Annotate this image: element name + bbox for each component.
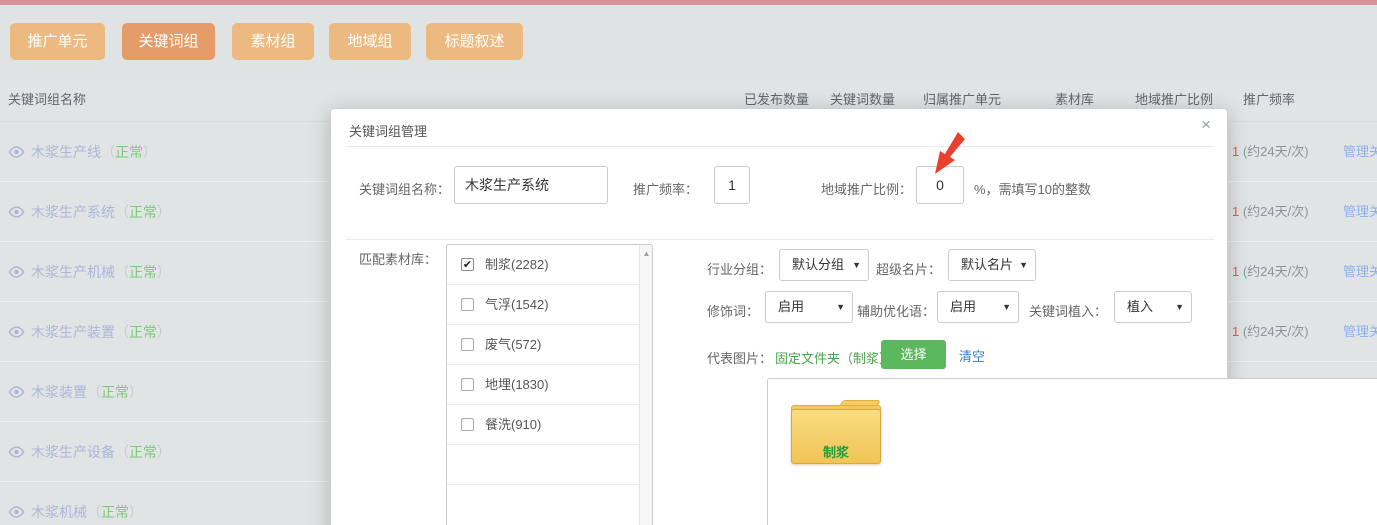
manage-keywords-link[interactable]: 管理关 bbox=[1343, 122, 1377, 182]
frequency-input[interactable] bbox=[714, 166, 750, 204]
caret-down-icon: ▼ bbox=[1002, 292, 1011, 322]
material-library-label: 匹配素材库： bbox=[359, 249, 437, 268]
library-item: 餐洗(910) bbox=[447, 405, 652, 445]
aux-phrase-label: 辅助优化语： bbox=[857, 301, 935, 320]
manage-keywords-link[interactable]: 管理关 bbox=[1343, 302, 1377, 362]
keyword-group-modal: 关键词组管理 × 关键词组名称： 推广频率： 地域推广比例： %，需填写10的整… bbox=[330, 108, 1228, 525]
nav-button-material-group[interactable]: 素材组 bbox=[232, 23, 314, 60]
industry-group-label: 行业分组： bbox=[707, 259, 772, 278]
divider bbox=[346, 239, 1214, 240]
keyword-group-link[interactable]: 木浆生产线 bbox=[31, 144, 101, 160]
aux-phrase-select[interactable]: 启用 ▼ bbox=[937, 291, 1019, 323]
caret-down-icon: ▼ bbox=[852, 250, 861, 280]
folder-icon[interactable]: 制浆 bbox=[791, 400, 881, 464]
col-keyword-group-name: 关键词组名称 bbox=[8, 78, 86, 122]
representative-image-label: 代表图片： bbox=[707, 348, 772, 367]
status-badge: 正常 bbox=[129, 444, 157, 460]
eye-icon[interactable] bbox=[8, 423, 25, 483]
keyword-implant-label: 关键词植入： bbox=[1029, 301, 1107, 320]
industry-group-select[interactable]: 默认分组 ▼ bbox=[779, 249, 869, 281]
divider bbox=[346, 146, 1214, 147]
nav-button-bar: 推广单元 关键词组 素材组 地域组 标题叙述 bbox=[0, 5, 1377, 78]
eye-icon[interactable] bbox=[8, 483, 25, 525]
eye-icon[interactable] bbox=[8, 303, 25, 363]
frequency-cell: 1 (约24天/次) bbox=[1232, 182, 1309, 242]
status-badge: 正常 bbox=[129, 264, 157, 280]
name-field-label: 关键词组名称： bbox=[359, 179, 450, 198]
library-item: ✔ 制浆(2282) bbox=[447, 245, 652, 285]
nav-button-promo-unit[interactable]: 推广单元 bbox=[10, 23, 105, 60]
keyword-group-link[interactable]: 木浆生产设备 bbox=[31, 444, 115, 460]
close-icon[interactable]: × bbox=[1201, 115, 1211, 135]
library-item: 地埋(1830) bbox=[447, 365, 652, 405]
eye-icon[interactable] bbox=[8, 183, 25, 243]
nav-button-keyword-group[interactable]: 关键词组 bbox=[122, 23, 215, 60]
keyword-group-link[interactable]: 木浆生产装置 bbox=[31, 324, 115, 340]
select-image-button[interactable]: 选择 bbox=[881, 340, 946, 369]
manage-keywords-link[interactable]: 管理关 bbox=[1343, 182, 1377, 242]
keyword-group-link[interactable]: 木浆生产机械 bbox=[31, 264, 115, 280]
frequency-field-label: 推广频率： bbox=[633, 179, 698, 198]
frequency-cell: 1 (约24天/次) bbox=[1232, 302, 1309, 362]
checkbox[interactable] bbox=[461, 298, 474, 311]
status-badge: 正常 bbox=[129, 324, 157, 340]
folder-name: 制浆 bbox=[792, 442, 880, 461]
clear-link[interactable]: 清空 bbox=[959, 346, 985, 365]
modifier-select[interactable]: 启用 ▼ bbox=[765, 291, 853, 323]
library-item-empty bbox=[447, 445, 652, 485]
library-item: 气浮(1542) bbox=[447, 285, 652, 325]
super-card-label: 超级名片： bbox=[876, 259, 941, 278]
nav-button-title-narrative[interactable]: 标题叙述 bbox=[426, 23, 523, 60]
nav-button-region-group[interactable]: 地域组 bbox=[329, 23, 411, 60]
checkbox[interactable] bbox=[461, 378, 474, 391]
keyword-group-name-input[interactable] bbox=[454, 166, 608, 204]
region-ratio-hint: %，需填写10的整数 bbox=[974, 179, 1091, 198]
region-ratio-field-label: 地域推广比例： bbox=[821, 179, 912, 198]
keyword-group-link[interactable]: 木浆装置 bbox=[31, 384, 87, 400]
checkbox[interactable] bbox=[461, 338, 474, 351]
caret-down-icon: ▼ bbox=[1175, 292, 1184, 322]
material-library-listbox: ✔ 制浆(2282) 气浮(1542) 废气(572) 地埋(1830) 餐洗(… bbox=[446, 244, 653, 525]
scrollbar[interactable]: ▲ bbox=[639, 245, 652, 525]
caret-down-icon: ▼ bbox=[836, 292, 845, 322]
modifier-label: 修饰词： bbox=[707, 301, 759, 320]
library-item: 废气(572) bbox=[447, 325, 652, 365]
status-badge: 正常 bbox=[101, 384, 129, 400]
status-badge: 正常 bbox=[101, 504, 129, 520]
checkbox-checked[interactable]: ✔ bbox=[461, 258, 474, 271]
keyword-implant-select[interactable]: 植入 ▼ bbox=[1114, 291, 1192, 323]
super-card-select[interactable]: 默认名片 ▼ bbox=[948, 249, 1036, 281]
frequency-cell: 1 (约24天/次) bbox=[1232, 122, 1309, 182]
caret-down-icon: ▼ bbox=[1019, 250, 1028, 280]
eye-icon[interactable] bbox=[8, 123, 25, 183]
modal-title: 关键词组管理 bbox=[349, 121, 427, 140]
folder-panel: 制浆 ▲ bbox=[767, 378, 1377, 525]
col-promo-freq: 推广频率 bbox=[1243, 78, 1295, 122]
keyword-group-link[interactable]: 木浆生产系统 bbox=[31, 204, 115, 220]
scroll-up-icon[interactable]: ▲ bbox=[640, 249, 653, 258]
status-badge: 正常 bbox=[129, 204, 157, 220]
status-badge: 正常 bbox=[115, 144, 143, 160]
keyword-group-link[interactable]: 木浆机械 bbox=[31, 504, 87, 520]
red-arrow-annotation bbox=[931, 132, 965, 179]
manage-keywords-link[interactable]: 管理关 bbox=[1343, 242, 1377, 302]
frequency-cell: 1 (约24天/次) bbox=[1232, 242, 1309, 302]
fixed-folder-text: 固定文件夹（制浆） bbox=[775, 348, 892, 367]
eye-icon[interactable] bbox=[8, 363, 25, 423]
checkbox[interactable] bbox=[461, 418, 474, 431]
eye-icon[interactable] bbox=[8, 243, 25, 303]
